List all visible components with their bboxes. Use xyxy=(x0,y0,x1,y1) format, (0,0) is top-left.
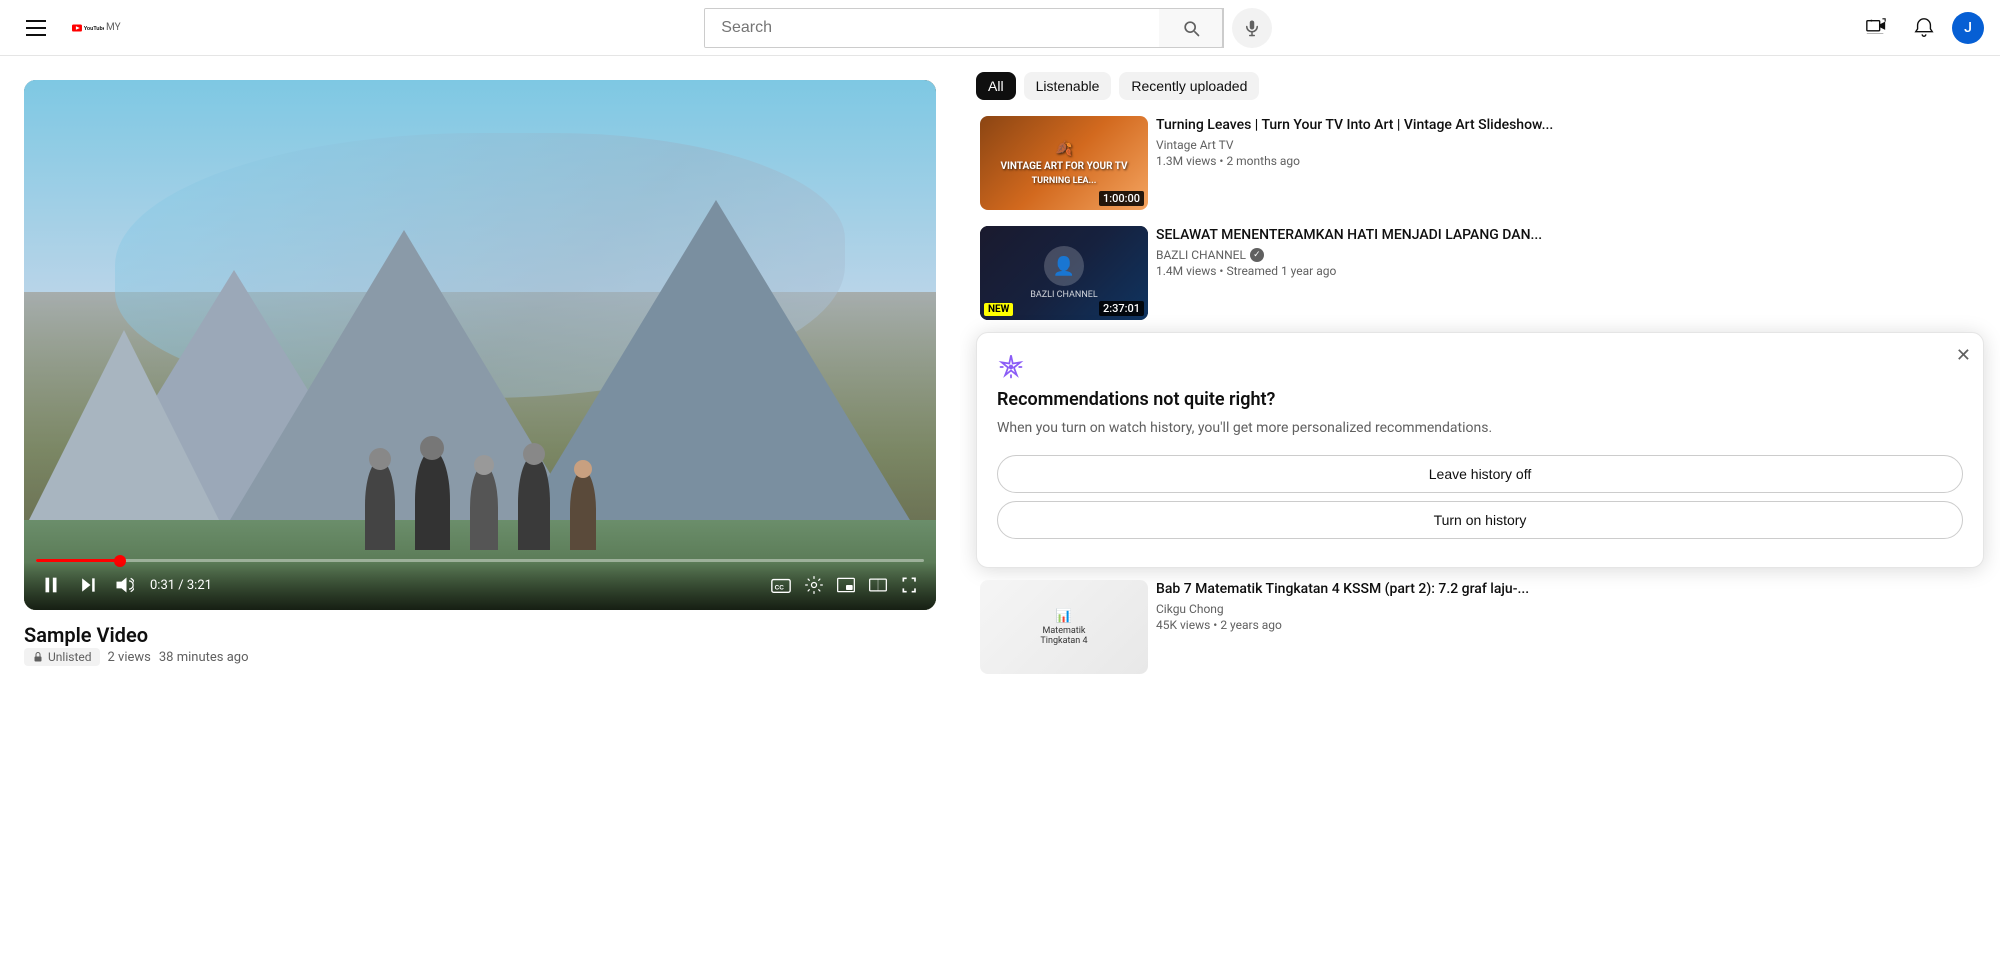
youtube-logo[interactable]: YouTube MY xyxy=(72,17,121,39)
video-meta: Unlisted 2 views 38 minutes ago xyxy=(24,648,936,666)
card-channel-3: Cikgu Chong xyxy=(1156,602,1980,616)
header: YouTube MY xyxy=(0,0,2000,56)
svg-text:YouTube: YouTube xyxy=(84,25,104,31)
next-button[interactable] xyxy=(74,571,102,599)
new-badge-2: NEW xyxy=(984,303,1013,316)
time-display: 0:31 / 3:21 xyxy=(150,578,212,593)
header-center xyxy=(121,8,1856,48)
search-button[interactable] xyxy=(1159,8,1223,48)
video-card-3[interactable]: 📊 Matematik Tingkatan 4 Bab 7 Matematik … xyxy=(976,576,1984,678)
lock-icon xyxy=(32,651,44,663)
settings-button[interactable] xyxy=(800,571,828,599)
hamburger-line xyxy=(26,20,46,22)
youtube-country-code: MY xyxy=(106,22,121,33)
visibility-label: Unlisted xyxy=(48,650,92,664)
cc-button[interactable]: CC xyxy=(766,570,796,600)
pause-button[interactable] xyxy=(36,570,66,600)
main-container: 0:31 / 3:21 CC xyxy=(0,56,2000,906)
card-stats-3: 45K views • 2 years ago xyxy=(1156,618,1980,632)
card-title-3: Bab 7 Matematik Tingkatan 4 KSSM (part 2… xyxy=(1156,580,1980,600)
mountain-scene xyxy=(24,80,936,610)
video-player: 0:31 / 3:21 CC xyxy=(24,80,936,610)
recommendation-popup: ✕ Recommendations not quite right? When … xyxy=(976,332,1984,568)
card-info-3: Bab 7 Matematik Tingkatan 4 KSSM (part 2… xyxy=(1156,580,1980,674)
settings-icon xyxy=(804,575,824,595)
popup-sparkle xyxy=(997,353,1963,381)
time-ago: 38 minutes ago xyxy=(159,650,249,665)
theater-button[interactable] xyxy=(864,571,892,599)
header-left: YouTube MY xyxy=(16,8,121,48)
unlisted-badge: Unlisted xyxy=(24,648,100,666)
verified-icon-2: ✓ xyxy=(1250,248,1264,262)
thumbnail-2: 👤 BAZLI CHANNEL NEW 2:37:01 xyxy=(980,226,1148,320)
thumb-img-3: 📊 Matematik Tingkatan 4 xyxy=(980,580,1148,674)
card-stats-2: 1.4M views • Streamed 1 year ago xyxy=(1156,264,1980,278)
mic-icon xyxy=(1243,19,1261,37)
volume-icon xyxy=(114,575,134,595)
thumbnail-1: 🍂 VINTAGE ART FOR YOUR TV TURNING LEA...… xyxy=(980,116,1148,210)
popup-description: When you turn on watch history, you'll g… xyxy=(997,418,1963,439)
controls-right: CC xyxy=(766,570,924,600)
chip-listenable[interactable]: Listenable xyxy=(1024,72,1112,100)
thumbnail-3: 📊 Matematik Tingkatan 4 xyxy=(980,580,1148,674)
search-bar xyxy=(704,8,1224,48)
fullscreen-button[interactable] xyxy=(896,571,924,599)
view-count: 2 views xyxy=(108,650,151,665)
rec-side: All Listenable Recently uploaded 🍂 VINTA… xyxy=(960,56,2000,906)
cc-icon: CC xyxy=(770,574,792,596)
popup-close-button[interactable]: ✕ xyxy=(1956,345,1971,366)
volume-button[interactable] xyxy=(110,571,138,599)
skip-next-icon xyxy=(78,575,98,595)
video-side: 0:31 / 3:21 CC xyxy=(0,56,960,906)
svg-text:CC: CC xyxy=(775,585,785,592)
hamburger-line xyxy=(26,27,46,29)
card-channel-1: Vintage Art TV xyxy=(1156,138,1980,152)
video-controls: 0:31 / 3:21 CC xyxy=(24,562,936,610)
header-right: J xyxy=(1856,8,1984,48)
chip-recently-uploaded[interactable]: Recently uploaded xyxy=(1119,72,1259,100)
menu-button[interactable] xyxy=(16,8,56,48)
hamburger-line xyxy=(26,34,46,36)
youtube-logo-icon: YouTube xyxy=(72,17,104,39)
chip-all[interactable]: All xyxy=(976,72,1016,100)
turn-on-history-button[interactable]: Turn on history xyxy=(997,501,1963,539)
miniplayer-icon xyxy=(836,575,856,595)
fullscreen-icon xyxy=(900,575,920,595)
duration-1: 1:00:00 xyxy=(1099,191,1144,206)
search-input[interactable] xyxy=(705,9,1159,47)
duration-2: 2:37:01 xyxy=(1099,301,1144,316)
bell-icon xyxy=(1913,17,1935,39)
card-info-2: SELAWAT MENENTERAMKAN HATI MENJADI LAPAN… xyxy=(1156,226,1980,320)
video-card-1[interactable]: 🍂 VINTAGE ART FOR YOUR TV TURNING LEA...… xyxy=(976,112,1984,214)
card-channel-2: BAZLI CHANNEL ✓ xyxy=(1156,248,1980,262)
filter-chips: All Listenable Recently uploaded xyxy=(976,72,1984,100)
leave-history-off-button[interactable]: Leave history off xyxy=(997,455,1963,493)
video-info: Sample Video Unlisted 2 views 38 minutes… xyxy=(24,622,936,666)
notifications-button[interactable] xyxy=(1904,8,1944,48)
card-info-1: Turning Leaves | Turn Your TV Into Art |… xyxy=(1156,116,1980,210)
theater-icon xyxy=(868,575,888,595)
video-title: Sample Video xyxy=(24,622,936,648)
search-icon xyxy=(1181,18,1201,38)
miniplayer-button[interactable] xyxy=(832,571,860,599)
create-icon xyxy=(1865,17,1887,39)
pause-icon xyxy=(40,574,62,596)
video-thumbnail xyxy=(24,80,936,610)
create-button[interactable] xyxy=(1856,8,1896,48)
card-title-2: SELAWAT MENENTERAMKAN HATI MENJADI LAPAN… xyxy=(1156,226,1980,246)
voice-search-button[interactable] xyxy=(1232,8,1272,48)
avatar[interactable]: J xyxy=(1952,12,1984,44)
card-stats-1: 1.3M views • 2 months ago xyxy=(1156,154,1980,168)
popup-title: Recommendations not quite right? xyxy=(997,389,1963,410)
sparkle-icon xyxy=(997,353,1025,381)
card-title-1: Turning Leaves | Turn Your TV Into Art |… xyxy=(1156,116,1980,136)
video-card-2[interactable]: 👤 BAZLI CHANNEL NEW 2:37:01 SELAWAT MENE… xyxy=(976,222,1984,324)
